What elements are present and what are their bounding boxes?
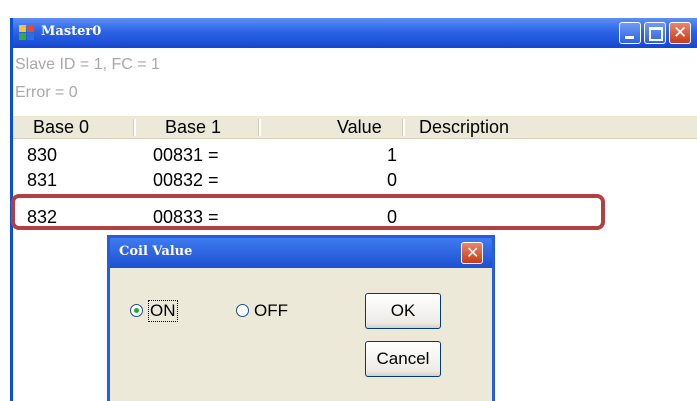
radio-off-label: OFF [254, 301, 288, 320]
row-highlight-annotation [11, 194, 605, 230]
maximize-button[interactable] [644, 22, 666, 44]
radio-circle [236, 304, 249, 317]
cancel-button[interactable]: Cancel [365, 341, 441, 377]
dialog-title: Coil Value [119, 244, 193, 259]
window-titlebar[interactable]: Master0 ✕ [13, 18, 697, 48]
table-row[interactable]: 831 00832 = 0 [13, 167, 697, 187]
dialog-close-button[interactable]: ✕ [461, 242, 483, 264]
table-row[interactable]: 830 00831 = 1 [13, 142, 697, 168]
close-icon: ✕ [673, 23, 688, 43]
ok-button[interactable]: OK [365, 293, 441, 329]
table-header: Base 0 Base 1 Value Description [13, 116, 697, 139]
column-header-description[interactable]: Description [419, 116, 509, 138]
maximize-icon [649, 27, 663, 41]
minimize-icon [625, 36, 634, 39]
cell-base1: 00831 = [153, 145, 219, 165]
close-button[interactable]: ✕ [669, 22, 691, 44]
cell-base0: 831 [27, 170, 58, 187]
minimize-button[interactable] [619, 22, 641, 44]
status-slave-id: Slave ID = 1, FC = 1 [15, 56, 160, 73]
radio-on-label: ON [148, 300, 178, 322]
cell-value: 1 [387, 145, 398, 165]
radio-circle [130, 304, 143, 317]
column-header-value[interactable]: Value [337, 116, 382, 138]
radio-selected-dot [134, 308, 139, 313]
column-header-base0[interactable]: Base 0 [33, 116, 89, 138]
cell-base0: 830 [27, 145, 58, 165]
dialog-close-icon: ✕ [466, 243, 480, 262]
coil-value-dialog: Coil Value ✕ ON OFF OK Cancel [107, 235, 495, 401]
window-title: Master0 [41, 24, 102, 39]
column-divider[interactable] [402, 119, 405, 136]
app-icon [19, 25, 35, 41]
column-header-base1[interactable]: Base 1 [165, 116, 221, 138]
cell-base1: 00832 = [153, 170, 219, 187]
column-divider[interactable] [133, 119, 136, 136]
status-error: Error = 0 [15, 84, 78, 101]
dialog-titlebar[interactable]: Coil Value ✕ [110, 238, 492, 268]
cell-value: 0 [387, 170, 398, 187]
column-divider[interactable] [258, 119, 261, 136]
